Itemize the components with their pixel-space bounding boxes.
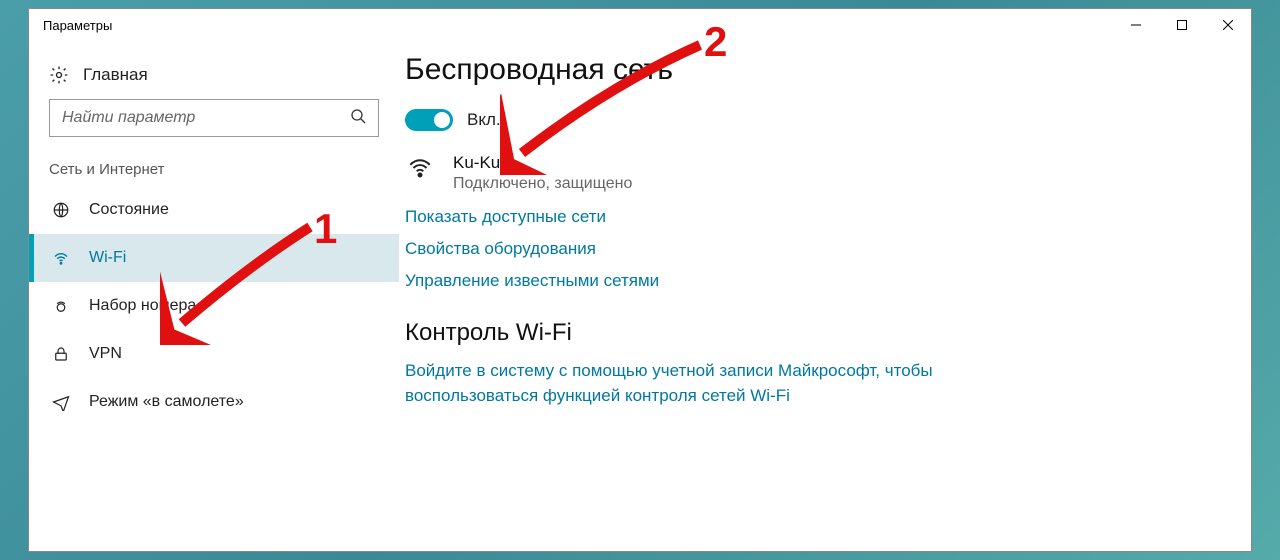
- sidebar-item-airplane[interactable]: Режим «в самолете»: [29, 378, 399, 426]
- gear-icon: [49, 65, 69, 85]
- sidebar-item-label: Набор номера: [89, 297, 196, 315]
- toggle-label: Вкл.: [467, 110, 501, 130]
- search-box[interactable]: [49, 99, 379, 137]
- network-status: Подключено, защищено: [453, 175, 632, 193]
- home-link[interactable]: Главная: [29, 59, 399, 99]
- titlebar: Параметры: [29, 9, 1251, 41]
- link-hardware-properties[interactable]: Свойства оборудования: [405, 239, 1221, 259]
- toggle-knob: [434, 112, 450, 128]
- wifi-toggle-row: Вкл.: [405, 109, 1221, 131]
- content: Беспроводная сеть Вкл. Ku-Ku Подключено,…: [399, 41, 1251, 551]
- sidebar: Главная Сеть и Интернет: [29, 41, 399, 551]
- wifi-toggle[interactable]: [405, 109, 453, 131]
- wifi-signal-icon: [405, 155, 435, 186]
- close-button[interactable]: [1205, 9, 1251, 41]
- sidebar-item-vpn[interactable]: VPN: [29, 330, 399, 378]
- maximize-button[interactable]: [1159, 9, 1205, 41]
- category-label: Сеть и Интернет: [29, 151, 399, 186]
- search-input[interactable]: [62, 109, 350, 127]
- wifi-icon: [51, 249, 71, 267]
- vpn-icon: [51, 345, 71, 363]
- sidebar-item-label: Wi-Fi: [89, 249, 126, 267]
- annotation-label-1: 1: [314, 205, 337, 253]
- link-available-networks[interactable]: Показать доступные сети: [405, 207, 1221, 227]
- search-icon: [350, 108, 366, 129]
- sidebar-item-label: Режим «в самолете»: [89, 393, 244, 411]
- wifi-sense-title: Контроль Wi-Fi: [405, 319, 1221, 347]
- minimize-button[interactable]: [1113, 9, 1159, 41]
- sidebar-item-wifi[interactable]: Wi-Fi: [29, 234, 399, 282]
- network-name: Ku-Ku: [453, 153, 632, 173]
- current-network[interactable]: Ku-Ku Подключено, защищено: [405, 153, 1221, 193]
- window-title: Параметры: [43, 18, 112, 33]
- airplane-icon: [51, 393, 71, 411]
- wifi-sense-text[interactable]: Войдите в систему с помощью учетной запи…: [405, 359, 965, 408]
- home-label: Главная: [83, 65, 148, 85]
- page-title: Беспроводная сеть: [405, 53, 1221, 87]
- sidebar-item-label: Состояние: [89, 201, 169, 219]
- sidebar-item-label: VPN: [89, 345, 122, 363]
- annotation-label-2: 2: [704, 18, 727, 66]
- sidebar-item-dialup[interactable]: Набор номера: [29, 282, 399, 330]
- settings-window: Параметры Главная: [28, 8, 1252, 552]
- link-manage-known-networks[interactable]: Управление известными сетями: [405, 271, 1221, 291]
- dialup-icon: [51, 297, 71, 315]
- sidebar-item-status[interactable]: Состояние: [29, 186, 399, 234]
- nav: Состояние Wi-Fi: [29, 186, 399, 426]
- globe-icon: [51, 201, 71, 219]
